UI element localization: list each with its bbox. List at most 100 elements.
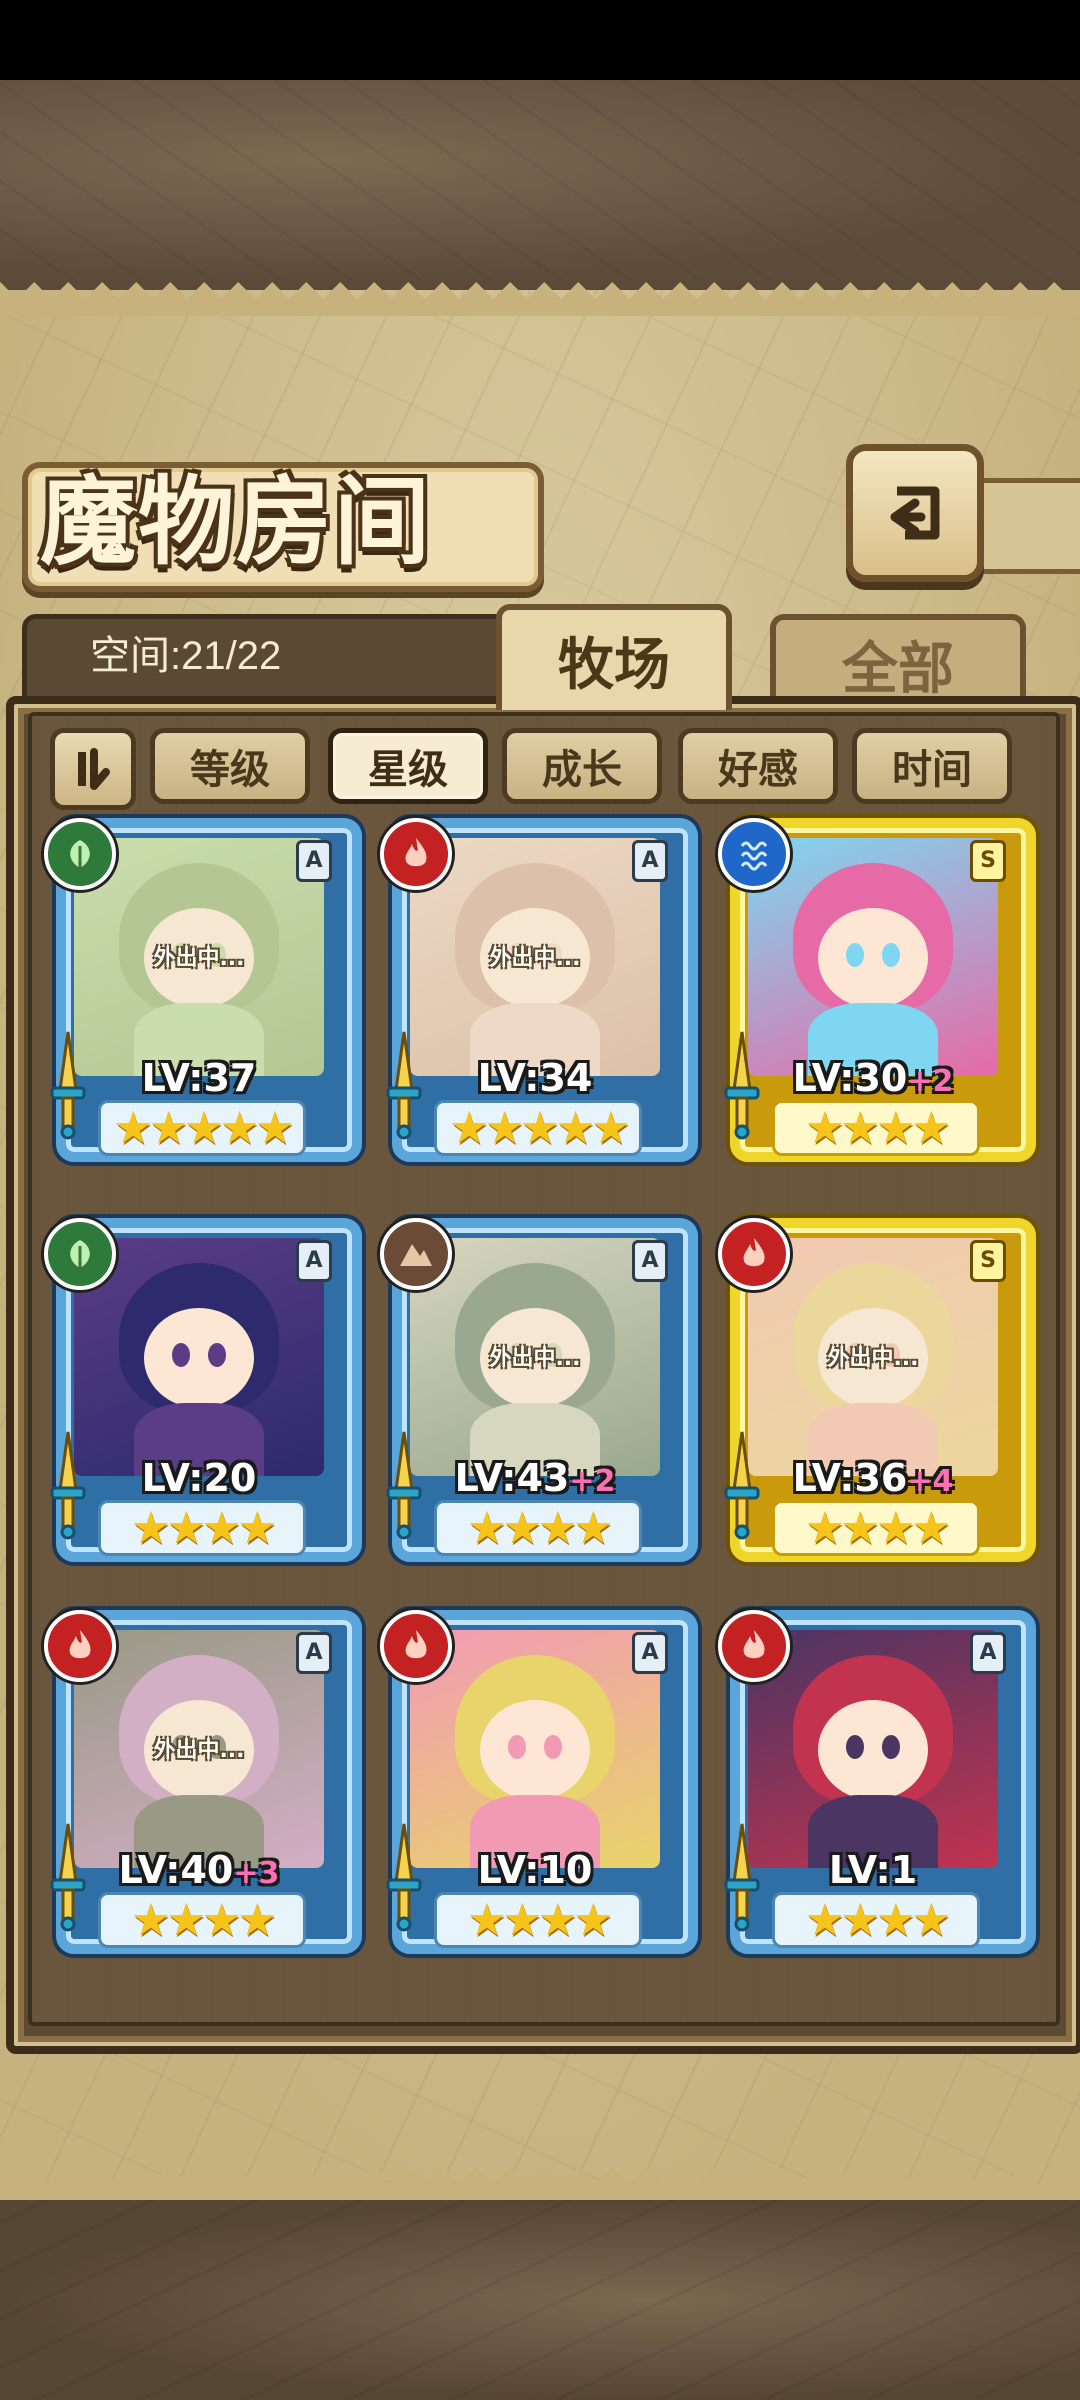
monster-card[interactable]: 外出中... LV:36+4 ★★★★ S bbox=[718, 1218, 1036, 1568]
sword-icon bbox=[386, 1031, 422, 1140]
monster-portrait bbox=[748, 838, 998, 1076]
monster-hair bbox=[119, 863, 279, 1013]
earth-element-icon bbox=[380, 1218, 452, 1290]
monster-hair bbox=[119, 1655, 279, 1805]
level-value: LV:20 bbox=[141, 1456, 257, 1500]
grass-element-icon bbox=[44, 818, 116, 890]
status-bar bbox=[0, 0, 1080, 80]
sword-icon bbox=[724, 1431, 760, 1540]
level-label: LV:1 bbox=[748, 1848, 998, 1892]
rank-badge: A bbox=[296, 1240, 332, 1282]
away-status: 外出中... bbox=[489, 946, 581, 971]
star-rating: ★★★★ bbox=[434, 1892, 642, 1948]
fire-element-icon bbox=[380, 1610, 452, 1682]
fire-element-icon bbox=[718, 1610, 790, 1682]
tab-ranch[interactable]: 牧场 bbox=[496, 604, 732, 710]
monster-card[interactable]: 外出中... LV:40+3 ★★★★ A bbox=[44, 1610, 362, 1960]
page-title: 魔物房间 bbox=[40, 465, 432, 578]
monster-eye bbox=[544, 1735, 562, 1759]
rank-badge: A bbox=[632, 1240, 668, 1282]
level-label: LV:34 bbox=[410, 1056, 660, 1100]
monster-hair bbox=[455, 863, 615, 1013]
level-label: LV:37 bbox=[74, 1056, 324, 1100]
monster-face bbox=[144, 1308, 254, 1408]
return-arrow-icon bbox=[890, 486, 940, 540]
star-rating: ★★★★ bbox=[98, 1500, 306, 1556]
monster-card[interactable]: LV:1 ★★★★ A bbox=[718, 1610, 1036, 1960]
level-plus: +2 bbox=[907, 1064, 954, 1099]
torn-edge-top bbox=[0, 282, 1080, 316]
level-plus: +3 bbox=[233, 1856, 280, 1891]
rank-badge: S bbox=[970, 840, 1006, 882]
monster-portrait bbox=[748, 1630, 998, 1868]
level-value: LV:10 bbox=[477, 1848, 593, 1892]
away-status: 外出中... bbox=[489, 1346, 581, 1371]
monster-eye bbox=[846, 943, 864, 967]
filter-time[interactable]: 时间 bbox=[852, 728, 1012, 804]
fire-element-icon bbox=[718, 1218, 790, 1290]
map-background-bottom bbox=[0, 2200, 1080, 2400]
grass-element-icon bbox=[44, 1218, 116, 1290]
filter-level[interactable]: 等级 bbox=[150, 728, 310, 804]
torn-edge-bottom bbox=[0, 2168, 1080, 2202]
monster-eye bbox=[882, 1735, 900, 1759]
monster-card[interactable]: 外出中... LV:43+2 ★★★★ A bbox=[380, 1218, 698, 1568]
rank-badge: A bbox=[632, 840, 668, 882]
sword-icon bbox=[386, 1823, 422, 1932]
monster-eye bbox=[172, 1343, 190, 1367]
level-value: LV:34 bbox=[477, 1056, 593, 1100]
monster-hair bbox=[455, 1263, 615, 1413]
sword-icon bbox=[50, 1031, 86, 1140]
level-label: LV:20 bbox=[74, 1456, 324, 1500]
filter-growth[interactable]: 成长 bbox=[502, 728, 662, 804]
monster-card[interactable]: LV:10 ★★★★ A bbox=[380, 1610, 698, 1960]
level-label: LV:40+3 bbox=[74, 1848, 324, 1892]
sword-icon bbox=[724, 1823, 760, 1932]
sort-order-button[interactable] bbox=[50, 728, 136, 810]
star-rating: ★★★★ bbox=[772, 1100, 980, 1156]
sword-icon bbox=[50, 1431, 86, 1540]
star-rating: ★★★★ bbox=[772, 1892, 980, 1948]
star-rating: ★★★★ bbox=[98, 1892, 306, 1948]
level-plus: +2 bbox=[569, 1464, 616, 1499]
monster-card[interactable]: 外出中... LV:37 ★★★★★ A bbox=[44, 818, 362, 1168]
fire-element-icon bbox=[380, 818, 452, 890]
sort-order-icon bbox=[78, 748, 110, 790]
monster-portrait bbox=[410, 1630, 660, 1868]
level-value: LV:40 bbox=[118, 1848, 234, 1892]
level-value: LV:36 bbox=[792, 1456, 908, 1500]
level-value: LV:37 bbox=[141, 1056, 257, 1100]
space-count: 空间:21/22 bbox=[90, 634, 282, 678]
level-plus: +4 bbox=[907, 1464, 954, 1499]
back-button[interactable] bbox=[846, 444, 984, 582]
monster-card[interactable]: LV:30+2 ★★★★ S bbox=[718, 818, 1036, 1168]
star-rating: ★★★★ bbox=[434, 1500, 642, 1556]
sword-icon bbox=[386, 1431, 422, 1540]
monster-eye bbox=[882, 943, 900, 967]
level-label: LV:43+2 bbox=[410, 1456, 660, 1500]
water-element-icon bbox=[718, 818, 790, 890]
tab-all[interactable]: 全部 bbox=[770, 614, 1026, 708]
rank-badge: A bbox=[296, 840, 332, 882]
map-background-top bbox=[0, 80, 1080, 280]
level-label: LV:10 bbox=[410, 1848, 660, 1892]
filter-affection[interactable]: 好感 bbox=[678, 728, 838, 804]
rank-badge: A bbox=[296, 1632, 332, 1674]
monster-face bbox=[818, 1700, 928, 1800]
star-rating: ★★★★★ bbox=[98, 1100, 306, 1156]
level-value: LV:30 bbox=[792, 1056, 908, 1100]
away-status: 外出中... bbox=[153, 1738, 245, 1763]
monster-card[interactable]: LV:20 ★★★★ A bbox=[44, 1218, 362, 1568]
fire-element-icon bbox=[44, 1610, 116, 1682]
level-label: LV:36+4 bbox=[748, 1456, 998, 1500]
sword-icon bbox=[724, 1031, 760, 1140]
away-status: 外出中... bbox=[153, 946, 245, 971]
monster-face bbox=[818, 908, 928, 1008]
rank-badge: S bbox=[970, 1240, 1006, 1282]
filter-star[interactable]: 星级 bbox=[328, 728, 488, 804]
monster-eye bbox=[508, 1735, 526, 1759]
monster-card[interactable]: 外出中... LV:34 ★★★★★ A bbox=[380, 818, 698, 1168]
monster-eye bbox=[208, 1343, 226, 1367]
monster-face bbox=[480, 1700, 590, 1800]
monster-portrait bbox=[74, 1238, 324, 1476]
